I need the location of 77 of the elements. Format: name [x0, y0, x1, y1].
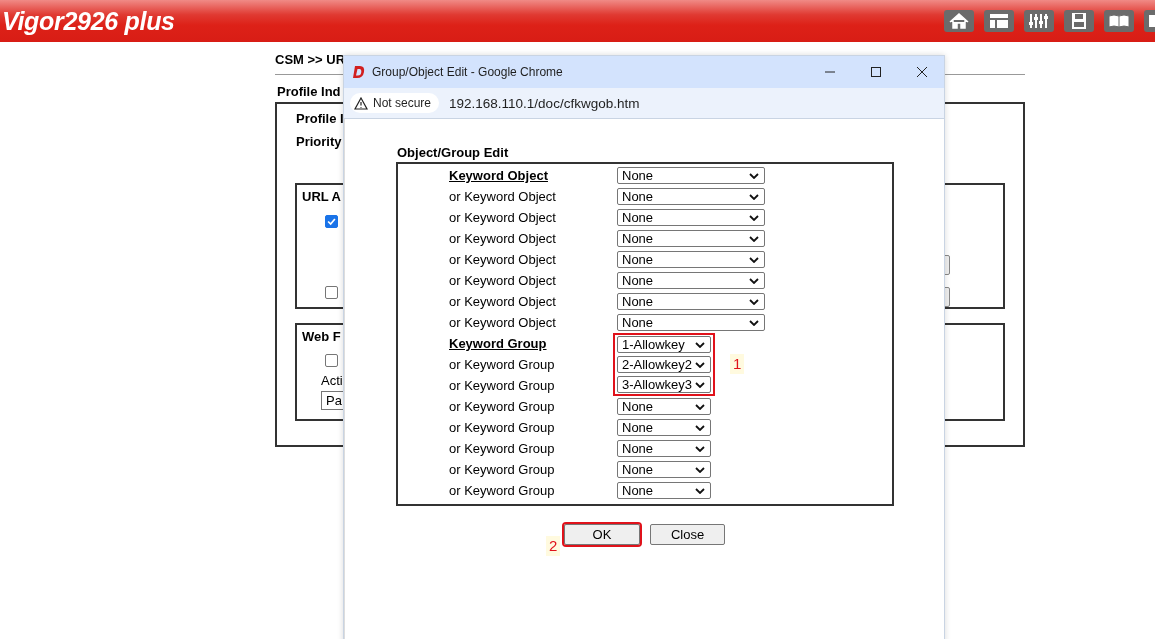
- caret-icon: [749, 319, 759, 326]
- callout-number: 2: [546, 536, 561, 556]
- maximize-icon[interactable]: [870, 66, 882, 78]
- home-icon[interactable]: [944, 10, 974, 32]
- caret-icon: [695, 403, 705, 410]
- caret-icon: [695, 487, 705, 494]
- dropdown[interactable]: None: [617, 419, 711, 436]
- row-label: or Keyword Group: [449, 462, 556, 477]
- dropdown[interactable]: None: [617, 314, 765, 331]
- caret-icon: [695, 466, 705, 473]
- caret-icon: [695, 341, 705, 348]
- dialog-button[interactable]: Close: [650, 524, 725, 545]
- dropdown[interactable]: None: [617, 440, 711, 457]
- close-icon[interactable]: [916, 66, 928, 78]
- dialog-button[interactable]: OK: [564, 524, 640, 545]
- dropdown[interactable]: 1-Allowkey: [617, 336, 711, 353]
- brand-logo: Vigor2926 plus: [1, 6, 175, 36]
- priority-label: Priority: [295, 134, 343, 149]
- caret-icon: [749, 193, 759, 200]
- caret-icon: [749, 256, 759, 263]
- dialog-heading: Object/Group Edit: [396, 145, 510, 160]
- row-label: or Keyword Group: [449, 420, 556, 435]
- caret-icon: [749, 298, 759, 305]
- dropdown[interactable]: None: [617, 251, 765, 268]
- row-label: or Keyword Object: [449, 189, 557, 204]
- callout-number: 1: [730, 354, 745, 374]
- row-label: or Keyword Group: [449, 441, 556, 456]
- security-chip[interactable]: Not secure: [350, 93, 440, 113]
- row-label: or Keyword Object: [449, 315, 557, 330]
- checkbox[interactable]: [325, 215, 338, 228]
- sliders-icon[interactable]: [1024, 10, 1054, 32]
- caret-icon: [749, 214, 759, 221]
- caret-icon: [695, 361, 705, 368]
- caret-icon: [695, 424, 705, 431]
- dropdown[interactable]: None: [617, 230, 765, 247]
- save-icon[interactable]: [1064, 10, 1094, 32]
- url-text[interactable]: 192.168.110.1/doc/cfkwgob.htm: [449, 95, 640, 111]
- dropdown[interactable]: None: [617, 167, 765, 184]
- row-label: or Keyword Group: [449, 357, 556, 372]
- action-label: Acti: [320, 373, 343, 388]
- checkbox[interactable]: [325, 354, 338, 367]
- security-label: Not secure: [373, 96, 432, 110]
- row-label: Keyword Group: [449, 336, 548, 351]
- row-label: Keyword Object: [449, 168, 549, 183]
- book-icon[interactable]: [1104, 10, 1134, 32]
- row-label: or Keyword Group: [449, 399, 556, 414]
- dropdown[interactable]: None: [617, 398, 711, 415]
- warning-icon: [354, 96, 368, 110]
- row-label: or Keyword Object: [449, 294, 557, 309]
- dropdown[interactable]: None: [617, 482, 711, 499]
- caret-icon: [749, 172, 759, 179]
- dropdown[interactable]: None: [617, 209, 765, 226]
- caret-icon: [749, 235, 759, 242]
- dropdown[interactable]: 2-Allowkey2: [617, 356, 711, 373]
- caret-icon: [695, 381, 705, 388]
- row-label: or Keyword Object: [449, 231, 557, 246]
- row-label: or Keyword Object: [449, 210, 557, 225]
- dropdown[interactable]: None: [617, 293, 765, 310]
- row-label: or Keyword Group: [449, 483, 556, 498]
- dropdown[interactable]: None: [617, 188, 765, 205]
- dropdown[interactable]: None: [617, 461, 711, 478]
- dropdown[interactable]: None: [617, 272, 765, 289]
- panel-title: URL A: [301, 188, 342, 204]
- caret-icon: [695, 445, 705, 452]
- checkbox[interactable]: [325, 286, 338, 299]
- section-label: Profile Ind: [276, 84, 342, 99]
- row-label: or Keyword Object: [449, 252, 557, 267]
- layout-icon[interactable]: [984, 10, 1014, 32]
- panel-title: Web F: [301, 328, 342, 344]
- app-logo-icon: [352, 65, 366, 79]
- profile-label: Profile I: [295, 111, 345, 126]
- row-label: or Keyword Object: [449, 273, 557, 288]
- checkmark-icon: [326, 216, 337, 227]
- window-title: Group/Object Edit - Google Chrome: [372, 65, 563, 79]
- row-label: or Keyword Group: [449, 378, 556, 393]
- caret-icon: [749, 277, 759, 284]
- dropdown[interactable]: 3-Allowkey3: [617, 376, 711, 393]
